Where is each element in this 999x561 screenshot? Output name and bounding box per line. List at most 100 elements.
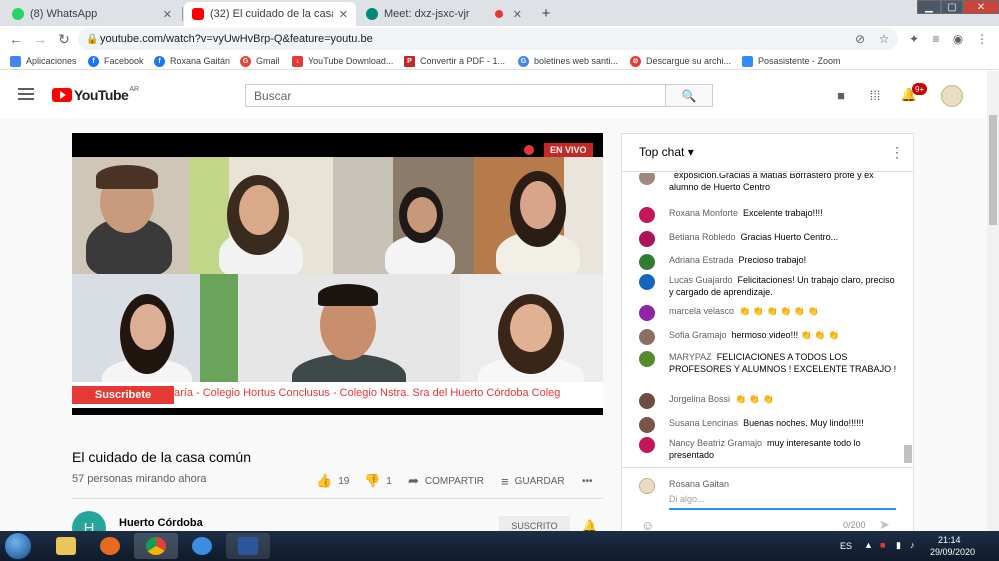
bookmark-label: Aplicaciones xyxy=(26,56,77,66)
volume-icon[interactable]: ♪ xyxy=(910,540,915,550)
bookmark-pdf[interactable]: P Convertir a PDF - 1... xyxy=(404,54,505,68)
live-chat-panel: Top chat ▾ ⋮ exposición.Gracias a Matías… xyxy=(621,133,914,533)
chat-author-avatar[interactable] xyxy=(639,173,655,185)
taskbar-ie[interactable] xyxy=(180,533,224,559)
bookmark-descargue[interactable]: ⊘ Descargue su archi... xyxy=(630,54,731,68)
chat-author-avatar[interactable] xyxy=(639,393,655,409)
back-button[interactable]: ← xyxy=(6,29,26,49)
bookmark-apps[interactable]: Aplicaciones xyxy=(10,54,77,68)
close-window-button[interactable]: ✕ xyxy=(963,0,999,14)
bookmark-zoom[interactable]: Posasistente - Zoom xyxy=(742,54,841,68)
video-player[interactable]: EN VIVO Suscribete aría - Colegio Hortus… xyxy=(72,133,603,415)
chat-message-text: Buenas noches. Muy lindo!!!!!! xyxy=(743,418,864,428)
extensions-puzzle-icon[interactable]: ✦ xyxy=(906,31,922,47)
youtube-play-icon xyxy=(52,88,72,102)
network-icon[interactable]: ▮ xyxy=(896,540,901,551)
chat-author-name: Lucas Guajardo xyxy=(669,275,733,285)
clock-date[interactable]: 29/09/2020 xyxy=(930,547,975,557)
chat-message: Sofia Gramajo hermoso video!!! 👏 👏 👏 xyxy=(639,329,901,345)
taskbar-explorer[interactable] xyxy=(44,533,88,559)
tab-separator xyxy=(182,7,183,21)
media-control-icon[interactable]: ≡ xyxy=(928,31,944,47)
thumbs-down-icon: 👎 xyxy=(364,473,381,488)
account-avatar[interactable] xyxy=(941,85,963,107)
whatsapp-icon xyxy=(12,8,24,20)
close-tab-icon[interactable]: ✕ xyxy=(513,8,522,21)
search-input[interactable]: Buscar xyxy=(245,84,666,107)
chat-message-text: 👏 👏 👏 xyxy=(735,394,774,404)
chat-author-avatar[interactable] xyxy=(639,254,655,270)
save-button[interactable]: ≡ GUARDAR xyxy=(501,473,565,489)
chat-author-avatar[interactable] xyxy=(639,417,655,433)
share-button[interactable]: ➦ COMPARTIR xyxy=(408,473,484,489)
bookmark-boletines[interactable]: Gboletines web santi... xyxy=(518,54,618,68)
language-indicator[interactable]: ES xyxy=(840,541,852,551)
bookmark-facebook[interactable]: f Facebook xyxy=(88,54,144,68)
chrome-menu-icon[interactable]: ⋮ xyxy=(974,31,990,47)
tab-youtube[interactable]: (32) El cuidado de la casa cc ✕ xyxy=(184,2,356,26)
browser-tab-strip: (8) WhatsApp ✕ (32) El cuidado de la cas… xyxy=(0,0,999,26)
more-actions-button[interactable]: ••• xyxy=(582,473,593,489)
chat-scrollbar[interactable] xyxy=(904,445,912,463)
chat-message-text: 👏 👏 👏 👏 👏 👏 xyxy=(739,306,819,316)
menu-hamburger-icon[interactable] xyxy=(18,88,34,100)
security-icon[interactable]: ■ xyxy=(880,540,885,550)
participant-tile xyxy=(72,157,189,274)
forward-button[interactable]: → xyxy=(30,29,50,49)
chat-message-list[interactable]: exposición.Gracias a Matías Borrastero p… xyxy=(622,173,913,468)
chat-message: Nancy Beatriz Gramajo muy interesante tod… xyxy=(639,437,901,461)
chat-author-name: marcela velasco xyxy=(669,306,735,316)
tray-expand-icon[interactable]: ▲ xyxy=(864,540,873,550)
chat-author-avatar[interactable] xyxy=(639,437,655,453)
tab-meet[interactable]: Meet: dxz-jsxc-vjr ✕ xyxy=(358,2,530,26)
chat-author-avatar[interactable] xyxy=(639,329,655,345)
apps-grid-icon[interactable]: ⁞⁞⁞ xyxy=(866,86,884,104)
share-arrow-icon: ➦ xyxy=(408,473,419,488)
clock-time[interactable]: 21:14 xyxy=(938,535,961,545)
dislike-button[interactable]: 👎 1 xyxy=(364,473,392,489)
close-tab-icon[interactable]: ✕ xyxy=(163,8,172,21)
bookmark-gmail[interactable]: G Gmail xyxy=(240,54,280,68)
bookmark-roxana[interactable]: f Roxana Gaitán xyxy=(154,54,230,68)
profile-avatar-icon[interactable]: ◉ xyxy=(950,31,966,47)
taskbar-chrome[interactable] xyxy=(134,533,178,559)
minimize-window-button[interactable]: ▁ xyxy=(917,0,941,14)
tab-title: (8) WhatsApp xyxy=(30,8,98,20)
bookmark-star-icon[interactable]: ☆ xyxy=(876,31,892,47)
channel-name[interactable]: Huerto Córdoba xyxy=(119,517,203,529)
tracking-blocked-icon[interactable]: ⊘ xyxy=(852,31,868,47)
like-button[interactable]: 👍 19 xyxy=(316,473,349,489)
facebook-icon: f xyxy=(154,55,165,67)
chat-message-body: Jorgelina Bossi 👏 👏 👏 xyxy=(669,393,901,405)
taskbar-media-player[interactable] xyxy=(88,533,132,559)
chat-message: marcela velasco 👏 👏 👏 👏 👏 👏 xyxy=(639,305,901,321)
page-scrollbar-thumb[interactable] xyxy=(989,115,997,225)
chat-input[interactable]: Di algo... xyxy=(669,494,896,510)
chat-author-avatar[interactable] xyxy=(639,207,655,223)
address-bar[interactable]: 🔒 youtube.com/watch?v=vyUwHvBrp-Q&featur… xyxy=(78,28,898,50)
chat-author-avatar[interactable] xyxy=(639,274,655,290)
chat-mode-dropdown[interactable]: Top chat ▾ xyxy=(639,145,694,159)
chat-author-avatar[interactable] xyxy=(639,305,655,321)
chat-message: Lucas Guajardo Felicitaciones! Un trabajo… xyxy=(639,274,901,298)
search-button[interactable]: 🔍 xyxy=(666,84,713,107)
chat-options-icon[interactable]: ⋮ xyxy=(890,144,904,161)
tab-whatsapp[interactable]: (8) WhatsApp ✕ xyxy=(4,2,180,26)
chat-input-area: Rosana Gaitan Di algo... ☺ 0/200 ➤ xyxy=(622,467,913,533)
maximize-window-button[interactable]: ▢ xyxy=(941,0,963,14)
bookmark-youtube-download[interactable]: ↓ YouTube Download... xyxy=(292,54,393,68)
my-name: Rosana Gaitan xyxy=(669,479,730,489)
new-tab-button[interactable]: + xyxy=(537,4,555,22)
close-tab-icon[interactable]: ✕ xyxy=(339,8,348,21)
start-button[interactable] xyxy=(4,532,32,560)
youtube-logo[interactable]: YouTube AR xyxy=(52,86,139,103)
create-video-icon[interactable]: ■ xyxy=(832,86,850,104)
taskbar-word[interactable] xyxy=(226,533,270,559)
chat-input-placeholder: Di algo... xyxy=(669,494,705,504)
chat-author-name: Susana Lencinas xyxy=(669,418,739,428)
reload-button[interactable]: ↻ xyxy=(54,29,74,49)
chat-author-avatar[interactable] xyxy=(639,351,655,367)
chat-author-avatar[interactable] xyxy=(639,231,655,247)
chat-message-body: Adriana Estrada Precioso trabajo! xyxy=(669,254,901,266)
page-scrollbar[interactable] xyxy=(987,71,999,531)
